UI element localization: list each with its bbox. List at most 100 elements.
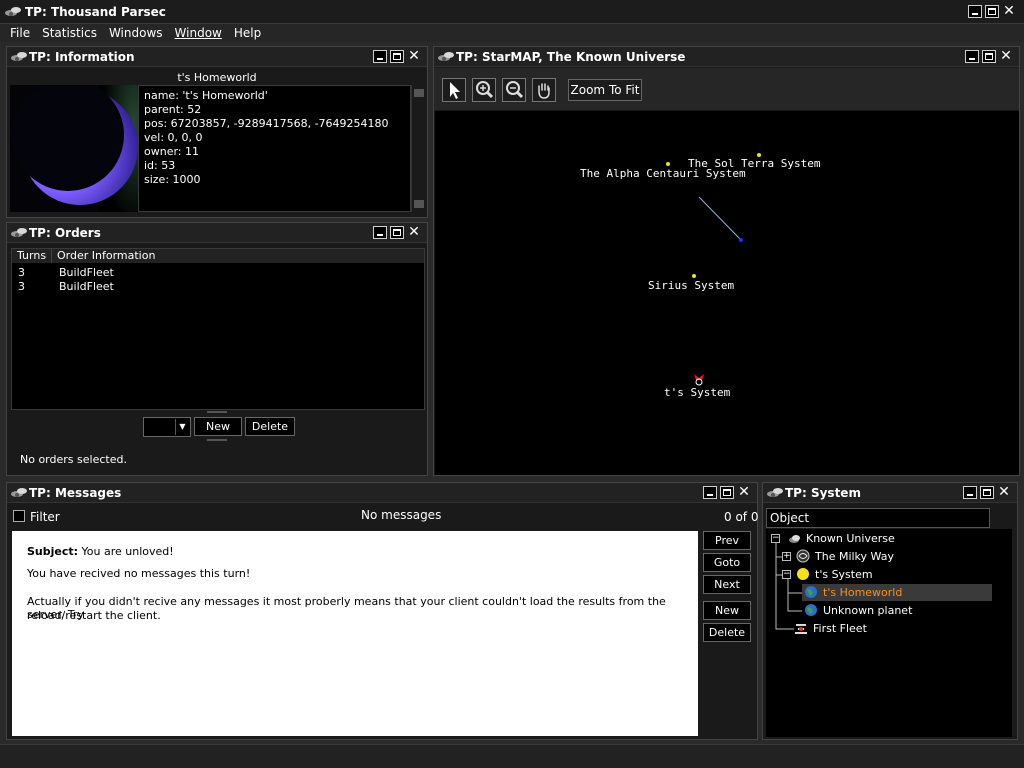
fleet-icon: [795, 624, 807, 634]
information-minimize-button[interactable]: [373, 50, 387, 63]
menu-windows[interactable]: Windows: [103, 24, 169, 42]
tree-item-ts-system[interactable]: t's System: [815, 568, 873, 581]
delete-message-button[interactable]: Delete: [703, 623, 751, 642]
messages-count: 0 of 0: [724, 510, 759, 524]
info-line-name: name: 't's Homeworld': [144, 89, 268, 102]
menu-statistics[interactable]: Statistics: [36, 24, 103, 42]
zoom-out-button[interactable]: [502, 78, 526, 102]
tree-item-first-fleet[interactable]: First Fleet: [813, 622, 867, 635]
order-type-select[interactable]: ▼: [143, 417, 191, 437]
info-heading: t's Homeworld: [177, 71, 257, 84]
tree-item-unknown-planet[interactable]: Unknown planet: [823, 604, 912, 617]
starmap-maximize-button[interactable]: [982, 50, 996, 63]
next-message-button[interactable]: Next: [703, 575, 751, 594]
order-row-info[interactable]: BuildFleet: [59, 280, 114, 293]
messages-maximize-button[interactable]: [720, 486, 734, 499]
collapse-icon[interactable]: −: [782, 570, 791, 579]
information-close-button[interactable]: ✕: [407, 49, 421, 63]
information-title: TP: Information: [29, 50, 135, 64]
splitter-handle[interactable]: [207, 439, 227, 441]
order-row-turns[interactable]: 3: [18, 266, 25, 279]
tree-item-homeworld[interactable]: t's Homeworld: [823, 586, 902, 599]
orders-col-info[interactable]: Order Information: [52, 249, 424, 263]
prev-message-button[interactable]: Prev: [703, 531, 751, 550]
system-titlebar[interactable]: TP: System ✕: [763, 483, 1017, 503]
orders-maximize-button[interactable]: [390, 226, 404, 239]
subject-label: Subject:: [27, 545, 79, 558]
tree-item-milky-way[interactable]: The Milky Way: [815, 550, 894, 563]
order-row-info[interactable]: BuildFleet: [59, 266, 114, 279]
menu-help[interactable]: Help: [228, 24, 267, 42]
message-line-1: You have recived no messages this turn!: [27, 567, 251, 580]
system-label-ts-system[interactable]: t's System: [664, 386, 730, 399]
pan-hand-button[interactable]: [532, 78, 556, 102]
delete-order-button[interactable]: Delete: [245, 417, 295, 436]
new-order-button[interactable]: New: [194, 417, 242, 436]
messages-titlebar[interactable]: TP: Messages ✕: [7, 483, 757, 503]
messages-close-button[interactable]: ✕: [737, 485, 751, 499]
information-maximize-button[interactable]: [390, 50, 404, 63]
information-titlebar[interactable]: TP: Information ✕: [7, 47, 427, 67]
system-tree[interactable]: − Known Universe + The Milky Way − t's S…: [766, 529, 1012, 737]
app-title: TP: Thousand Parsec: [25, 5, 166, 19]
splitter-handle[interactable]: [207, 411, 227, 413]
object-search-input[interactable]: Object: [766, 508, 990, 528]
menu-file[interactable]: File: [4, 24, 36, 42]
sun-icon: [797, 568, 809, 580]
panel-logo-icon: [11, 487, 29, 499]
new-message-button[interactable]: New: [703, 601, 751, 620]
menu-window[interactable]: Window: [169, 24, 228, 42]
goto-message-button[interactable]: Goto: [703, 553, 751, 572]
system-label-sirius[interactable]: Sirius System: [648, 279, 734, 292]
filter-checkbox[interactable]: [13, 510, 25, 522]
system-close-button[interactable]: ✕: [997, 485, 1011, 499]
orders-col-turns[interactable]: Turns: [12, 249, 52, 263]
planet-icon: [805, 604, 817, 616]
message-subject: Subject: You are unloved!: [27, 545, 174, 558]
starmap-minimize-button[interactable]: [965, 50, 979, 63]
panel-logo-icon: [767, 487, 785, 499]
chevron-down-icon[interactable]: ▼: [175, 419, 189, 435]
information-panel: TP: Information ✕ t's Homeworld name: 't…: [6, 46, 428, 218]
zoom-out-icon: [506, 81, 524, 99]
app-close-button[interactable]: ✕: [1002, 4, 1016, 18]
starmap-title: TP: StarMAP, The Known Universe: [456, 50, 686, 64]
app-maximize-button[interactable]: [985, 5, 999, 18]
system-minimize-button[interactable]: [963, 486, 977, 499]
star-sirius[interactable]: [692, 274, 696, 278]
menubar: File Statistics Windows Window Help: [0, 24, 1024, 42]
star-alpha-centauri[interactable]: [666, 162, 670, 166]
hand-icon: [538, 83, 550, 99]
order-row-turns[interactable]: 3: [18, 280, 25, 293]
select-pointer-button[interactable]: [442, 78, 466, 102]
messages-header: No messages: [361, 508, 442, 522]
app-minimize-button[interactable]: [968, 5, 982, 18]
orders-titlebar[interactable]: TP: Orders ✕: [7, 223, 427, 243]
message-body[interactable]: Subject: You are unloved! You have reciv…: [12, 531, 698, 736]
app-titlebar: TP: Thousand Parsec ✕: [0, 0, 1024, 24]
orders-close-button[interactable]: ✕: [407, 225, 421, 239]
orders-title: TP: Orders: [29, 226, 101, 240]
subject-text: You are unloved!: [81, 545, 174, 558]
expand-icon[interactable]: +: [782, 552, 791, 561]
starmap-titlebar[interactable]: TP: StarMAP, The Known Universe ✕: [434, 47, 1019, 67]
starmap-close-button[interactable]: ✕: [999, 49, 1013, 63]
tree-item-known-universe[interactable]: Known Universe: [806, 532, 895, 545]
messages-minimize-button[interactable]: [703, 486, 717, 499]
zoom-to-fit-button[interactable]: Zoom To Fit: [568, 79, 642, 101]
panel-logo-icon: [11, 227, 29, 239]
scroll-down-icon[interactable]: [414, 200, 424, 208]
system-label-alpha-centauri[interactable]: The Alpha Centauri System: [580, 167, 746, 180]
info-scrollbar[interactable]: [411, 85, 425, 212]
collapse-icon[interactable]: −: [771, 534, 780, 543]
orders-minimize-button[interactable]: [373, 226, 387, 239]
scroll-up-icon[interactable]: [414, 89, 424, 97]
orders-list[interactable]: Turns Order Information 3 BuildFleet 3 B…: [11, 248, 425, 410]
messages-panel: TP: Messages ✕ Filter No messages 0 of 0…: [6, 482, 758, 740]
panel-logo-icon: [11, 51, 29, 63]
starmap-canvas[interactable]: The Sol Terra System The Alpha Centauri …: [435, 111, 1019, 475]
homeworld-marker-icon[interactable]: [693, 373, 705, 387]
zoom-in-button[interactable]: [472, 78, 496, 102]
system-maximize-button[interactable]: [980, 486, 994, 499]
arrow-pointer-icon: [450, 82, 460, 99]
